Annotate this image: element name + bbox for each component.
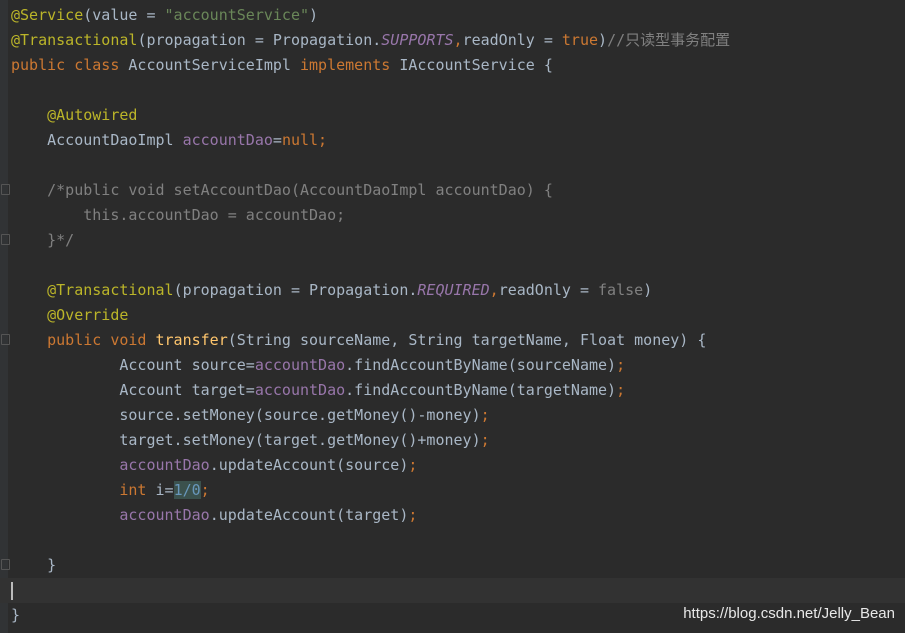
code-token: true xyxy=(561,31,599,49)
code-token: implements xyxy=(300,56,400,74)
code-line-content: accountDao.updateAccount(source); xyxy=(11,453,417,478)
code-token: ; xyxy=(408,506,418,524)
code-token: @Autowired xyxy=(11,106,138,124)
code-token: .updateAccount(target) xyxy=(209,506,409,524)
code-token: SUPPORTS xyxy=(381,31,454,49)
code-line-content: accountDao.updateAccount(target); xyxy=(11,503,417,528)
code-token: readOnly = xyxy=(462,31,562,49)
code-token: .findAccountByName(targetName) xyxy=(345,381,617,399)
code-line-content: /*public void setAccountDao(AccountDaoIm… xyxy=(11,178,553,203)
code-token: public class xyxy=(11,56,129,74)
code-line-content: @Service(value = "accountService") xyxy=(11,3,318,28)
code-token: = xyxy=(272,131,282,149)
code-token: ; xyxy=(480,431,490,449)
code-token: false xyxy=(598,281,644,299)
code-line-content: public class AccountServiceImpl implemen… xyxy=(11,53,553,78)
code-token: source.setMoney(source.getMoney()-money) xyxy=(11,406,481,424)
code-line-content: }*/ xyxy=(11,228,74,253)
code-token: ; xyxy=(200,481,210,499)
code-token: @Transactional xyxy=(11,281,174,299)
code-line-content: source.setMoney(source.getMoney()-money)… xyxy=(11,403,490,428)
code-token: Account target= xyxy=(11,381,255,399)
code-token: ) xyxy=(643,281,653,299)
code-token: AccountServiceImpl xyxy=(128,56,300,74)
code-line-content: public void transfer(String sourceName, … xyxy=(11,328,706,353)
code-token: 1/0 xyxy=(173,481,201,499)
code-editor[interactable]: @Service(value = "accountService") @Trans… xyxy=(0,0,905,633)
editor-gutter[interactable] xyxy=(0,0,8,633)
code-token: i= xyxy=(155,481,174,499)
code-token: }*/ xyxy=(11,231,75,249)
fold-marker-icon[interactable] xyxy=(1,234,10,245)
code-token: , xyxy=(453,31,463,49)
watermark-text: https://blog.csdn.net/Jelly_Bean xyxy=(683,605,895,622)
text-caret xyxy=(11,582,13,600)
code-token: readOnly = xyxy=(498,281,599,299)
code-line-content: Account source=accountDao.findAccountByN… xyxy=(11,353,625,378)
code-token: AccountDaoImpl xyxy=(11,131,183,149)
code-token: (propagation = Propagation. xyxy=(137,31,382,49)
code-token: @Override xyxy=(11,306,129,324)
code-token: target.setMoney(target.getMoney()+money) xyxy=(11,431,481,449)
code-token: REQUIRED xyxy=(417,281,490,299)
code-line-content: int i=1/0; xyxy=(11,478,210,503)
code-token: .updateAccount(source) xyxy=(209,456,409,474)
code-token: //只读型事务配置 xyxy=(607,31,731,49)
code-token: } xyxy=(11,556,57,574)
code-line-content: @Autowired xyxy=(11,103,137,128)
code-token: Account source= xyxy=(11,356,255,374)
code-token: accountDao xyxy=(254,356,346,374)
code-token: @Transactional xyxy=(11,31,138,49)
code-token: accountDao xyxy=(119,506,210,524)
code-token: @Service xyxy=(11,6,84,24)
code-token: (value = xyxy=(83,6,165,24)
code-line-content: AccountDaoImpl accountDao=null; xyxy=(11,128,327,153)
code-token: "accountService" xyxy=(164,6,310,24)
fold-marker-icon[interactable] xyxy=(1,334,10,345)
code-line-content: } xyxy=(11,603,20,628)
code-token: ; xyxy=(616,381,626,399)
code-line-content: Account target=accountDao.findAccountByN… xyxy=(11,378,625,403)
code-token: accountDao xyxy=(182,131,273,149)
code-token: public void xyxy=(11,331,156,349)
fold-marker-icon[interactable] xyxy=(1,559,10,570)
code-token: transfer xyxy=(155,331,228,349)
code-line-content: this.accountDao = accountDao; xyxy=(11,203,345,228)
code-token: ) xyxy=(309,6,319,24)
code-token: /*public void setAccountDao(AccountDaoIm… xyxy=(11,181,553,199)
code-token: ; xyxy=(616,356,626,374)
code-token: } xyxy=(11,606,21,624)
code-line-content: } xyxy=(11,553,56,578)
code-token: , xyxy=(489,281,499,299)
code-token: int xyxy=(119,481,156,499)
code-token: ; xyxy=(408,456,418,474)
code-token: ; xyxy=(480,406,490,424)
code-token: (propagation = Propagation. xyxy=(173,281,418,299)
code-token: (String sourceName, String targetName, F… xyxy=(227,331,707,349)
code-token: .findAccountByName(sourceName) xyxy=(345,356,617,374)
code-token: accountDao xyxy=(254,381,346,399)
fold-marker-icon[interactable] xyxy=(1,184,10,195)
code-line-content: @Transactional(propagation = Propagation… xyxy=(11,28,730,53)
code-token: this.accountDao = accountDao; xyxy=(11,206,346,224)
code-token: ) xyxy=(598,31,608,49)
code-token: accountDao xyxy=(119,456,210,474)
code-line-content: target.setMoney(target.getMoney()+money)… xyxy=(11,428,490,453)
current-line-highlight xyxy=(0,578,905,603)
code-line-content: @Override xyxy=(11,303,128,328)
code-line-content: @Transactional(propagation = Propagation… xyxy=(11,278,652,303)
code-token: null; xyxy=(281,131,328,149)
code-token: IAccountService { xyxy=(399,56,553,74)
